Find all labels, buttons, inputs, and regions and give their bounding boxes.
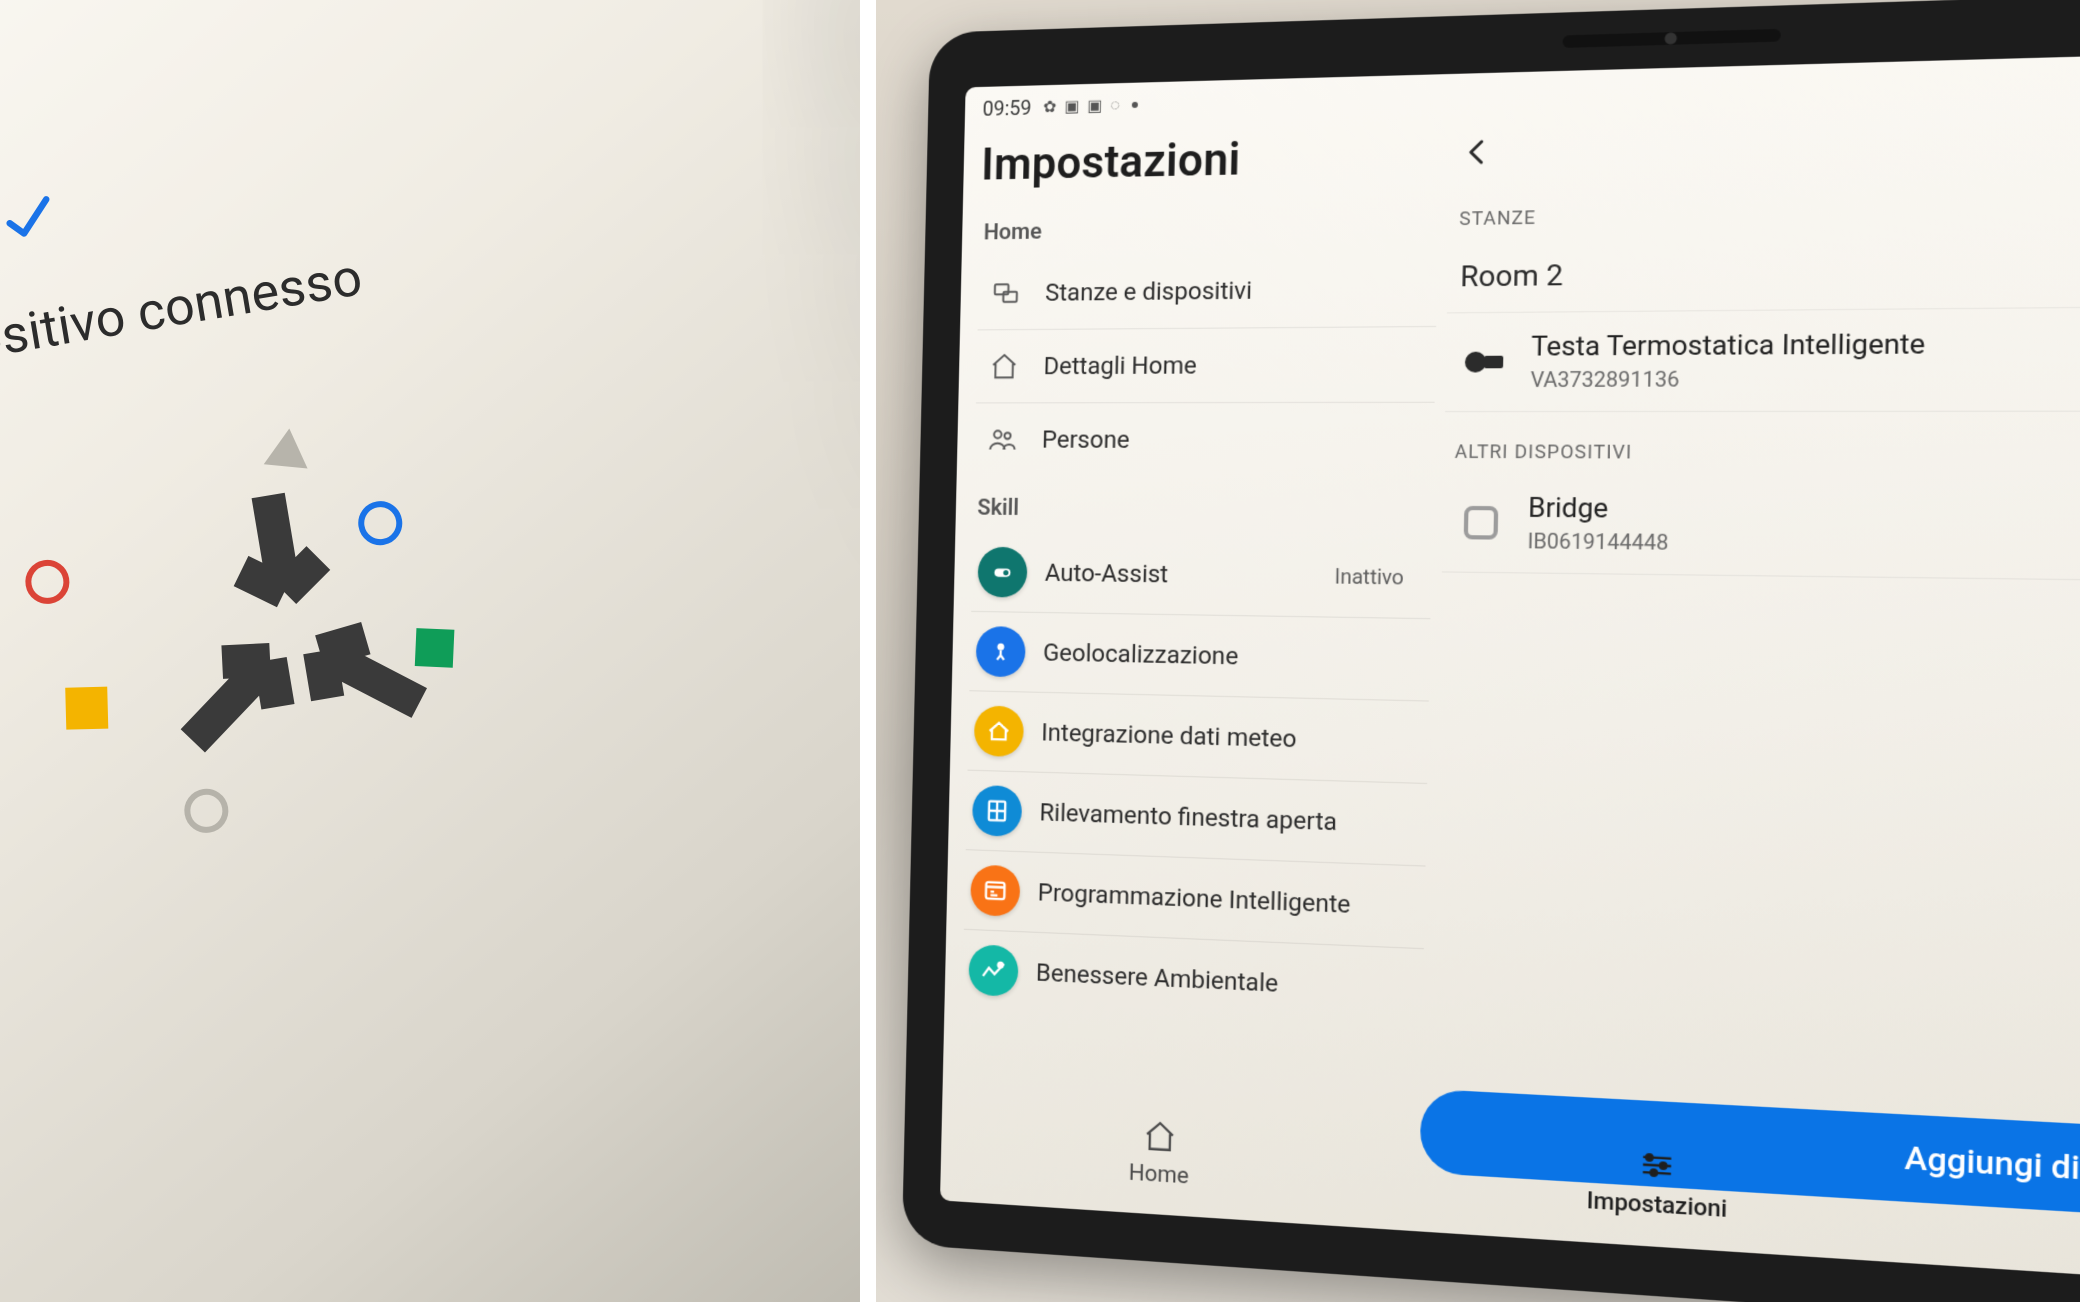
skill-label: Rilevamento finestra aperta [1039,798,1405,839]
green-square-icon [415,628,455,668]
schedule-icon [970,864,1020,916]
skill-label: Programmazione Intelligente [1037,878,1403,921]
nav-settings[interactable]: Impostazioni [1587,1143,1729,1223]
checkmark-icon [0,185,64,254]
device-title: Testa Termostatica Intelligente [1531,325,2080,363]
sidebar-title: Impostazioni [981,128,1440,191]
device-connected-text: Dispositivo connesso [0,246,366,388]
nav-settings-label: Impostazioni [1587,1187,1728,1222]
gear-status-icon: ✿ [1043,97,1057,117]
matter-logo-icon [128,461,450,783]
sidebar-item-label: Dettagli Home [1043,350,1414,380]
home-icon [982,344,1026,388]
skill-label: Benessere Ambientale [1036,958,1403,1004]
skill-label: Integrazione dati meteo [1041,718,1407,756]
nav-home[interactable]: Home [1129,1117,1191,1189]
grey-ring-icon [181,785,232,836]
device-code: VA3732891136 [1530,363,2080,392]
weather-icon [974,705,1024,757]
bridge-icon [1455,498,1507,549]
room-header[interactable]: Room 2 [1447,226,2080,313]
square-status-icon-2: ▣ [1087,96,1102,117]
wellbeing-icon [968,944,1018,997]
skill-auto-assist[interactable]: Auto-Assist Inattivo [971,533,1432,620]
skill-weather[interactable]: Integrazione dati meteo [968,691,1429,784]
rooms-icon [984,271,1028,316]
auto-assist-icon [977,547,1027,598]
tablet-screen: 09:59 ✿ ▣ ▣ ◌ Impostazioni Home [940,46,2080,1298]
settings-sidebar: Impostazioni Home Stanze e dispositivi D… [943,114,1441,1106]
group-other-label: ALTRI DISPOSITIVI [1455,441,2080,466]
red-ring-icon [22,557,73,608]
geolocation-icon [976,626,1026,677]
skill-label: Geolocalizzazione [1043,638,1409,674]
thermostat-icon [1458,337,1510,387]
left-photo: Dispositivo connesso [0,0,860,1302]
skill-label: Auto-Assist [1045,559,1317,591]
people-icon [980,417,1024,461]
skill-geolocation[interactable]: Geolocalizzazione [969,612,1430,702]
sidebar-item-people[interactable]: Persone [974,403,1434,478]
main-content: Stanze e Di STANZE Room 2 Testa Termosta… [1421,89,2080,1162]
status-icons: ✿ ▣ ▣ ◌ [1043,95,1120,117]
room-name: Room 2 [1460,258,1563,294]
skill-status: Inattivo [1334,564,1404,590]
sidebar-item-label: Stanze e dispositivi [1045,274,1416,306]
section-home-label: Home [983,213,1438,245]
tablet-frame: 09:59 ✿ ▣ ▣ ◌ Impostazioni Home [902,0,2080,1302]
sidebar-item-home-details[interactable]: Dettagli Home [976,327,1436,403]
device-code: IB0619144448 [1527,528,2080,563]
main-title: Stanze e Di [1524,109,2080,172]
sidebar-item-rooms-devices[interactable]: Stanze e dispositivi [978,251,1438,330]
group-rooms-label: STANZE [1459,192,2080,231]
notification-dot-icon [1132,102,1138,108]
grey-triangle-icon [264,426,311,468]
sidebar-item-label: Persone [1042,425,1414,454]
device-row-bridge[interactable]: Bridge IB0619144448 [1442,474,2080,585]
panel-divider [860,0,876,1302]
right-photo: 09:59 ✿ ▣ ▣ ◌ Impostazioni Home [876,0,2080,1302]
section-skill-label: Skill [977,496,1433,525]
status-time: 09:59 [982,96,1031,121]
wifi-status-icon: ◌ [1110,95,1120,115]
left-paper-screen: Dispositivo connesso [0,0,860,1302]
device-row-thermostat[interactable]: Testa Termostatica Intelligente VA373289… [1445,305,2080,412]
back-button[interactable] [1456,131,1499,173]
yellow-square-icon [65,687,108,730]
square-status-icon: ▣ [1064,96,1079,116]
window-icon [972,785,1022,837]
device-title: Bridge [1528,493,2080,532]
nav-home-label: Home [1129,1160,1190,1189]
